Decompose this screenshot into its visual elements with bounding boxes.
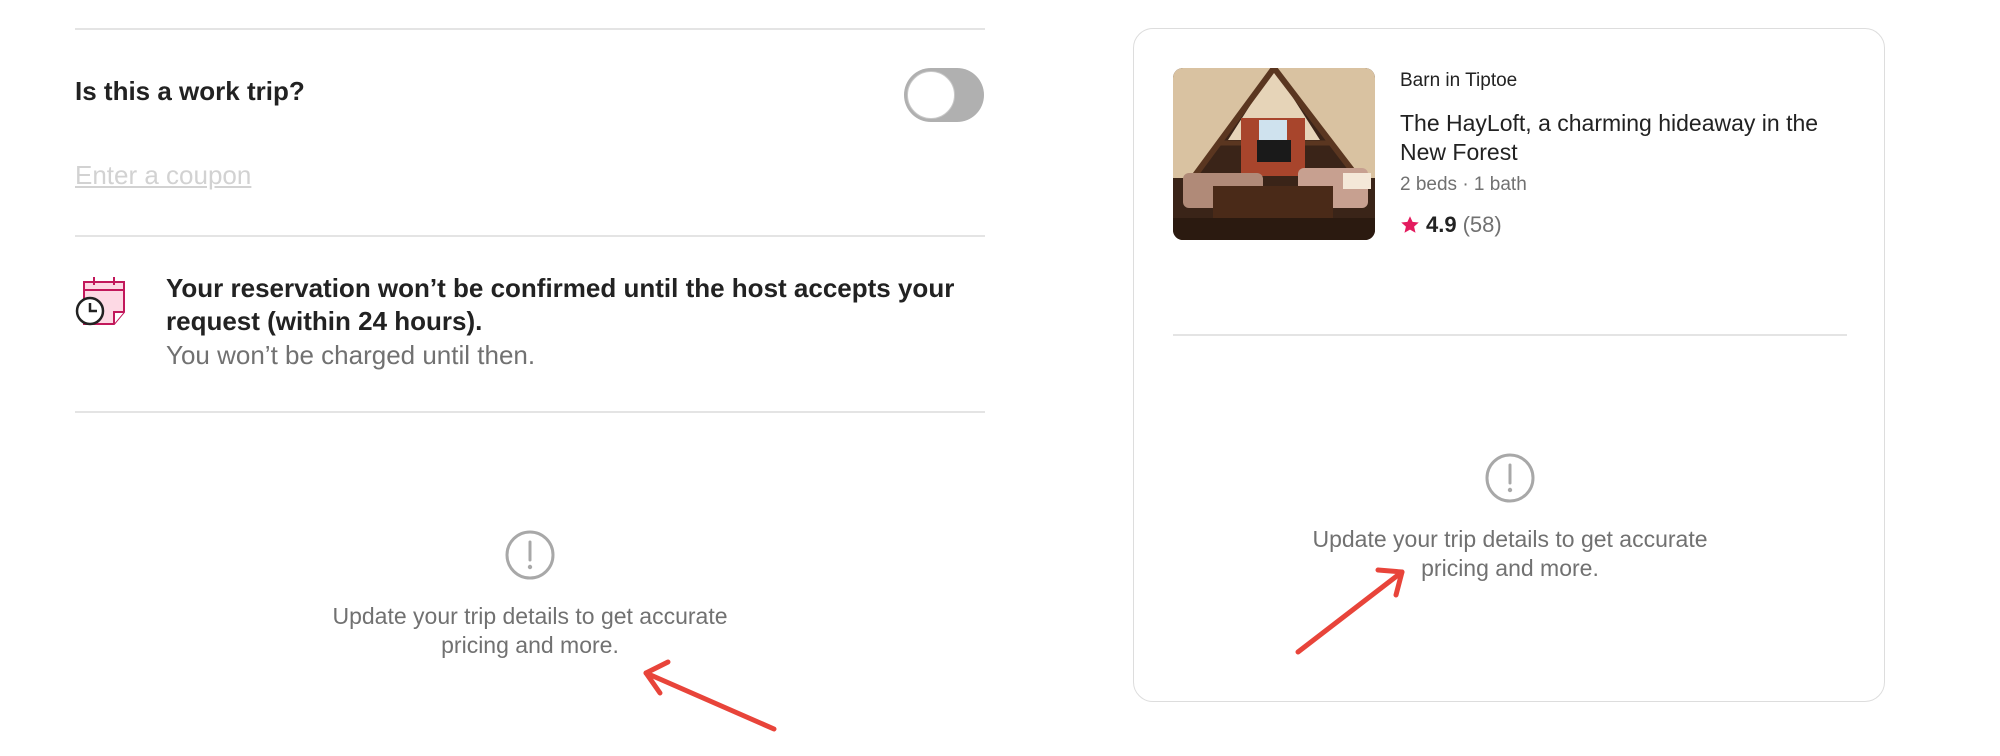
review-count: (58) [1462, 212, 1502, 237]
divider-coupon [75, 235, 985, 237]
reservation-notice-subtitle: You won’t be charged until then. [166, 340, 536, 370]
star-icon [1401, 216, 1419, 233]
work-trip-toggle[interactable] [904, 68, 984, 122]
toggle-knob [907, 71, 955, 119]
exclamation-circle-icon [505, 530, 555, 580]
listing-name: The HayLoft, a charming hideaway in the … [1400, 110, 1819, 165]
work-trip-label: Is this a work trip? [75, 76, 305, 106]
listing-type: Barn in Tiptoe [1400, 70, 1518, 91]
coupon-link[interactable]: Enter a coupon [75, 160, 251, 191]
rating-value: 4.9 [1426, 212, 1457, 237]
reservation-notice-title: Your reservation won’t be confirmed unti… [166, 273, 955, 336]
trip-details-alert: Update your trip details to get accurate… [330, 530, 730, 660]
listing-card: Barn in Tiptoe The HayLoft, a charming h… [1133, 28, 1885, 702]
listing-photo-image [1173, 68, 1375, 240]
card-divider [1173, 334, 1847, 336]
exclamation-circle-icon [1485, 453, 1535, 503]
card-alert-text-line1: Update your trip details to get accurate [1312, 526, 1708, 552]
annotation-arrow-left [643, 659, 777, 732]
alert-text-line1: Update your trip details to get accurate [332, 603, 728, 629]
divider-notice [75, 411, 985, 413]
rating-row: 4.9 (58) [1400, 212, 1502, 238]
calendar-clock-icon [75, 277, 125, 326]
annotation-arrow-right [1295, 567, 1405, 655]
divider-top [75, 28, 985, 30]
listing-details: 2 beds · 1 bath [1400, 174, 1527, 195]
listing-photo[interactable] [1173, 68, 1375, 240]
